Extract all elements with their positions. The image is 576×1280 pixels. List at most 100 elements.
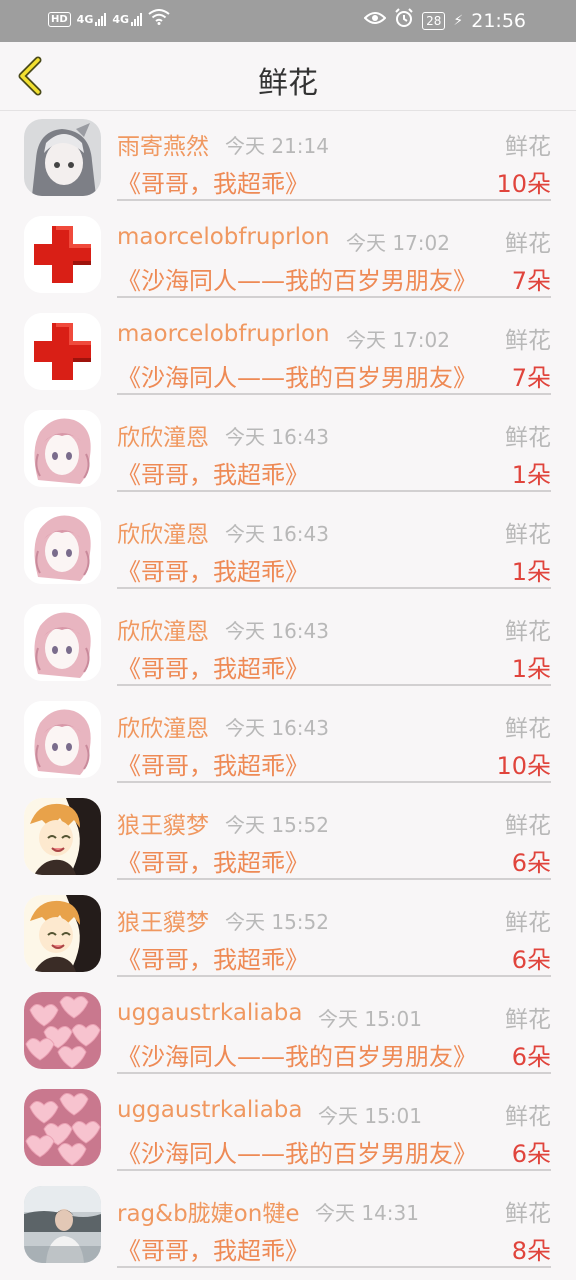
divider [117,878,551,880]
avatar[interactable] [24,410,101,487]
divider [117,587,551,589]
book-title[interactable]: 《沙海同人——我的百岁男朋友》 [117,1037,477,1072]
timestamp: 今天 15:52 [225,813,329,837]
list-item[interactable]: 欣欣潼恩 今天 16:43 鲜花 《哥哥，我超乖》 1朵 [0,596,576,693]
timestamp: 今天 16:43 [225,716,329,740]
eye-icon [363,10,387,31]
user-name[interactable]: 欣欣潼恩 [117,418,209,452]
list-item[interactable]: 狼王貘梦 今天 15:52 鲜花《哥哥，我超乖》 6朵 [0,790,576,887]
gift-type: 鲜花 [505,134,551,160]
gift-type: 鲜花 [505,522,551,548]
avatar[interactable] [24,992,101,1069]
gift-type: 鲜花 [505,1104,551,1130]
book-title[interactable]: 《哥哥，我超乖》 [117,552,309,587]
gift-type: 鲜花 [505,1201,551,1227]
divider [117,684,551,686]
list-item[interactable]: 欣欣潼恩 今天 16:43 鲜花 《哥哥，我超乖》 1朵 [0,402,576,499]
gift-type: 鲜花 [505,813,551,839]
book-title[interactable]: 《哥哥，我超乖》 [117,455,309,490]
user-name[interactable]: 雨寄燕然 [117,127,209,161]
network-type-1: 4G [76,13,94,26]
avatar[interactable] [24,1186,101,1263]
flower-count: 10朵 [496,752,551,780]
timestamp: 今天 21:14 [225,134,329,158]
divider [117,1169,551,1171]
gift-type: 鲜花 [505,425,551,451]
user-name[interactable]: rag&b胧婕on犍e [117,1194,299,1228]
list-item[interactable]: uggaustrkaliaba 今天 15:01 鲜花《沙海同人——我的百岁男朋友》… [0,1081,576,1178]
user-name[interactable]: maorcelobfruprlon [117,321,330,347]
flower-count: 8朵 [511,1237,551,1265]
avatar[interactable] [24,701,101,778]
divider [117,975,551,977]
timestamp: 今天 16:43 [225,619,329,643]
avatar[interactable] [24,798,101,875]
gift-type: 鲜花 [505,1007,551,1033]
gift-type: 鲜花 [505,231,551,257]
battery-icon: 28 [422,11,446,30]
signal-icon-2: 4G [112,12,143,26]
timestamp: 今天 15:01 [318,1104,422,1128]
timestamp: 今天 14:31 [315,1201,419,1225]
status-left: HD 4G 4G [48,9,170,29]
avatar[interactable] [24,119,101,196]
flower-count: 6朵 [511,849,551,877]
avatar[interactable] [24,1089,101,1166]
avatar[interactable] [24,216,101,293]
gift-type: 鲜花 [505,328,551,354]
divider [117,296,551,298]
flower-count: 6朵 [511,1140,551,1168]
book-title[interactable]: 《沙海同人——我的百岁男朋友》 [117,1134,477,1169]
divider [117,490,551,492]
list-item[interactable]: 雨寄燕然 今天 21:14 鲜花《哥哥，我超乖》 10朵 [0,111,576,208]
avatar[interactable] [24,895,101,972]
user-name[interactable]: 欣欣潼恩 [117,612,209,646]
avatar[interactable] [24,313,101,390]
user-name[interactable]: uggaustrkaliaba [117,1097,302,1123]
flower-count: 7朵 [511,267,551,295]
alarm-icon [394,8,414,33]
divider [117,1266,551,1268]
book-title[interactable]: 《沙海同人——我的百岁男朋友》 [117,261,477,296]
flower-count: 7朵 [511,364,551,392]
list-item[interactable]: 狼王貘梦 今天 15:52 鲜花 《哥哥，我超乖》 6朵 [0,887,576,984]
timestamp: 今天 17:02 [346,328,450,352]
book-title[interactable]: 《沙海同人——我的百岁男朋友》 [117,358,477,393]
page-title: 鲜花 [258,66,318,101]
timestamp: 今天 17:02 [346,231,450,255]
avatar[interactable] [24,507,101,584]
divider [117,1072,551,1074]
signal-icon-1: 4G [77,12,107,26]
flower-count: 10朵 [496,170,551,198]
user-name[interactable]: uggaustrkaliaba [117,1000,302,1026]
divider [117,781,551,783]
user-name[interactable]: maorcelobfruprlon [117,224,330,250]
list-item[interactable]: rag&b胧婕on犍e 今天 14:31 鲜花《哥哥，我超乖》 8朵 [0,1178,576,1275]
book-title[interactable]: 《哥哥，我超乖》 [117,940,309,975]
timestamp: 今天 15:01 [318,1007,422,1031]
gift-type: 鲜花 [505,716,551,742]
avatar[interactable] [24,604,101,681]
list-item[interactable]: 欣欣潼恩 今天 16:43 鲜花《哥哥，我超乖》 10朵 [0,693,576,790]
list-item[interactable]: 欣欣潼恩 今天 16:43 鲜花 《哥哥，我超乖》 1朵 [0,499,576,596]
wifi-icon [148,9,170,29]
timestamp: 今天 15:52 [225,910,329,934]
book-title[interactable]: 《哥哥，我超乖》 [117,649,309,684]
user-name[interactable]: 欣欣潼恩 [117,515,209,549]
book-title[interactable]: 《哥哥，我超乖》 [117,1231,309,1266]
charging-icon: ⚡ [453,12,464,29]
book-title[interactable]: 《哥哥，我超乖》 [117,843,309,878]
list-item[interactable]: maorcelobfruprlon 今天 17:02 鲜花《沙海同人——我的百岁男朋… [0,305,576,402]
book-title[interactable]: 《哥哥，我超乖》 [117,746,309,781]
list-item[interactable]: uggaustrkaliaba 今天 15:01 鲜花《沙海同人——我的百岁男朋友》… [0,984,576,1081]
user-name[interactable]: 狼王貘梦 [117,903,209,937]
network-type-2: 4G [112,13,130,26]
status-bar: HD 4G 4G 28 ⚡ 21:56 [0,0,576,42]
book-title[interactable]: 《哥哥，我超乖》 [117,164,309,199]
list-item[interactable]: maorcelobfruprlon 今天 17:02 鲜花《沙海同人——我的百岁男朋… [0,208,576,305]
flower-count: 6朵 [511,946,551,974]
status-right: 28 ⚡ 21:56 [363,8,526,33]
user-name[interactable]: 欣欣潼恩 [117,709,209,743]
user-name[interactable]: 狼王貘梦 [117,806,209,840]
flower-count: 1朵 [511,558,551,586]
